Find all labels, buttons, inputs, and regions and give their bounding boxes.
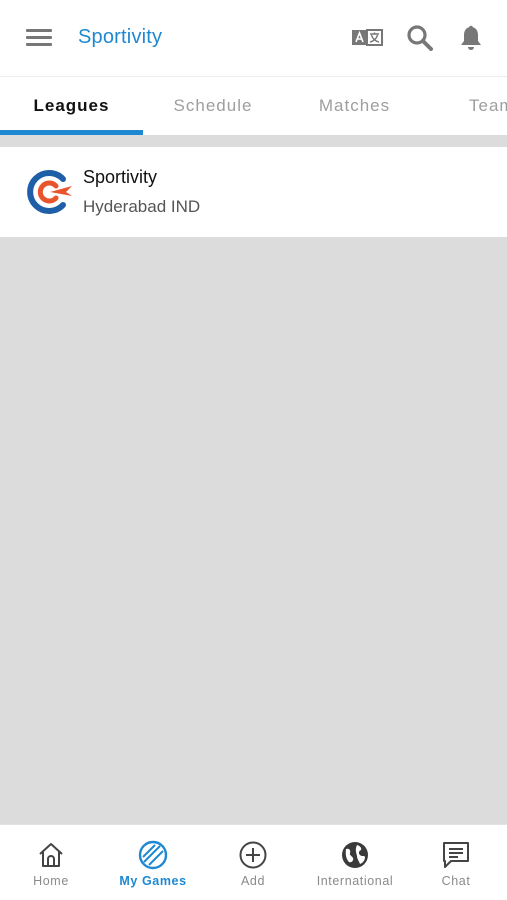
nav-chat-label: Chat [441, 874, 471, 888]
chat-icon [441, 839, 471, 871]
globe-icon [340, 839, 370, 871]
add-icon [238, 839, 268, 871]
section-divider [0, 135, 507, 147]
tab-leagues[interactable]: Leagues [0, 77, 143, 135]
nav-my-games[interactable]: My Games [113, 825, 193, 900]
my-games-icon [137, 839, 169, 871]
nav-add-label: Add [240, 874, 266, 888]
menu-icon[interactable] [26, 29, 52, 49]
nav-home[interactable]: Home [12, 825, 90, 900]
bottom-navigation: Home My Games Add International Chat [0, 824, 507, 900]
nav-home-label: Home [33, 874, 69, 888]
tab-schedule[interactable]: Schedule [143, 77, 283, 135]
league-name: Sportivity [83, 167, 158, 187]
app-title: Sportivity [78, 26, 163, 48]
search-icon[interactable] [405, 24, 435, 52]
home-icon [36, 839, 66, 871]
nav-international[interactable]: International [310, 825, 400, 900]
translate-icon[interactable] [352, 24, 384, 52]
nav-chat[interactable]: Chat [417, 825, 495, 900]
tab-teams[interactable]: Teams [426, 77, 507, 135]
sportivity-logo [26, 169, 74, 215]
nav-my-games-label: My Games [119, 874, 187, 888]
tab-matches[interactable]: Matches [283, 77, 426, 135]
nav-add[interactable]: Add [214, 825, 292, 900]
bell-icon[interactable] [457, 24, 485, 52]
app-bar: Sportivity [0, 0, 507, 77]
league-list-item[interactable]: Sportivity Hyderabad IND [0, 147, 507, 237]
league-location: Hyderabad IND [83, 197, 201, 216]
tab-bar: Leagues Schedule Matches Teams [0, 77, 507, 135]
nav-international-label: International [316, 874, 394, 888]
